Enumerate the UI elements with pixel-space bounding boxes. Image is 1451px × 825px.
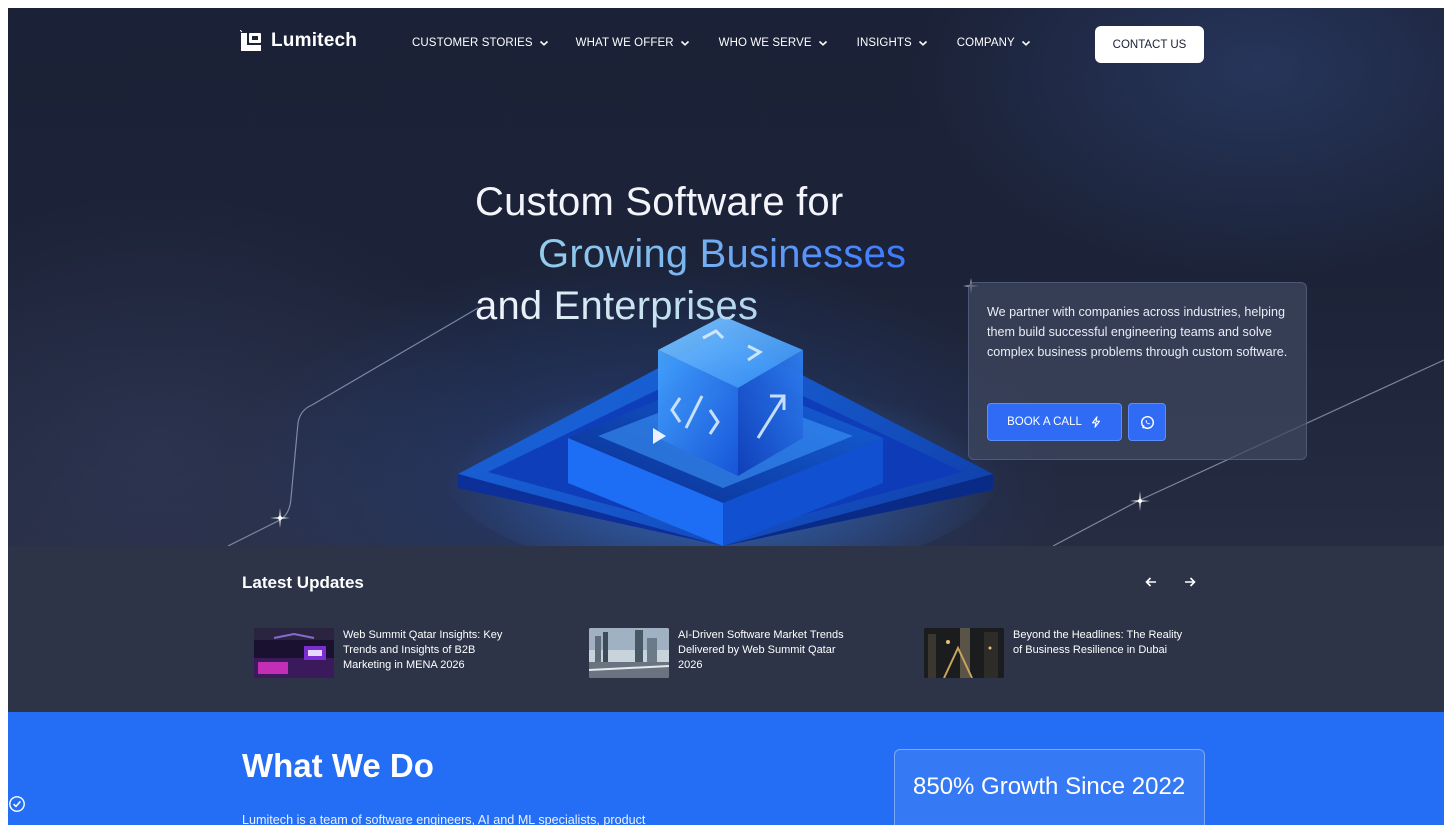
- nav-customer-stories[interactable]: CUSTOMER STORIES: [412, 37, 549, 49]
- update-title: Beyond the Headlines: The Reality of Bus…: [1013, 629, 1183, 656]
- nav-label: COMPANY: [956, 37, 1015, 49]
- update-card[interactable]: Beyond the Headlines: The Reality of Bus…: [924, 628, 1193, 678]
- hero-info-card: We partner with companies across industr…: [968, 282, 1307, 460]
- top-navigation: Lumitech CUSTOMER STORIES WHAT WE OFFER …: [8, 8, 1444, 82]
- what-we-do-section: What We Do Lumitech is a team of softwar…: [8, 712, 1444, 825]
- carousel-next-button[interactable]: [1180, 572, 1200, 592]
- chevron-down-icon: [1021, 40, 1030, 46]
- growth-card: 850% Growth Since 2022: [894, 749, 1205, 825]
- nav-insights[interactable]: INSIGHTS: [857, 37, 928, 49]
- logo[interactable]: Lumitech: [240, 30, 357, 52]
- latest-updates-section: Latest Updates Web Summit Qatar Insights…: [8, 546, 1444, 712]
- nav-company[interactable]: COMPANY: [957, 37, 1031, 49]
- whatsapp-button[interactable]: [1128, 403, 1166, 441]
- hero-section: Lumitech CUSTOMER STORIES WHAT WE OFFER …: [8, 8, 1444, 546]
- contact-us-button[interactable]: CONTACT US: [1095, 26, 1204, 63]
- hero-cube-illustration: [448, 316, 1003, 546]
- update-card[interactable]: Web Summit Qatar Insights: Key Trends an…: [254, 628, 523, 678]
- brand-name: Lumitech: [271, 30, 358, 51]
- nav-label: CUSTOMER STORIES: [412, 37, 533, 49]
- lumitech-logo-icon: [240, 30, 261, 51]
- book-a-call-label: BOOK A CALL: [1007, 416, 1082, 428]
- chevron-down-icon: [818, 40, 827, 46]
- nav-what-we-offer[interactable]: WHAT WE OFFER: [576, 37, 690, 49]
- update-title: Web Summit Qatar Insights: Key Trends an…: [343, 629, 503, 671]
- update-card[interactable]: AI-Driven Software Market Trends Deliver…: [589, 628, 858, 678]
- page: Lumitech CUSTOMER STORIES WHAT WE OFFER …: [8, 8, 1444, 825]
- whatsapp-icon: [1140, 415, 1154, 429]
- headline-line-2: Growing Businesses: [475, 228, 906, 280]
- nav-label: WHO WE SERVE: [718, 37, 812, 49]
- nav-who-we-serve[interactable]: WHO WE SERVE: [719, 37, 828, 49]
- nav-label: INSIGHTS: [856, 37, 912, 49]
- update-thumbnail: [589, 628, 669, 678]
- chevron-down-icon: [680, 40, 689, 46]
- nav-label: WHAT WE OFFER: [575, 37, 674, 49]
- arrow-right-icon: [1185, 577, 1196, 587]
- update-thumbnail: [924, 628, 1004, 678]
- what-we-do-title: What We Do: [242, 747, 434, 784]
- chevron-down-icon: [539, 40, 548, 46]
- headline-line-1: Custom Software for: [475, 180, 844, 224]
- accessibility-check-icon[interactable]: [8, 795, 26, 813]
- headline-line-3: and Enterprises: [475, 280, 906, 332]
- carousel-prev-button[interactable]: [1141, 572, 1161, 592]
- main-menu: CUSTOMER STORIES WHAT WE OFFER WHO WE SE…: [412, 37, 1031, 49]
- lightning-icon: [1091, 416, 1100, 428]
- hero-card-actions: BOOK A CALL: [987, 403, 1166, 441]
- hero-card-text: We partner with companies across industr…: [987, 305, 1288, 359]
- update-thumbnail: [254, 628, 334, 678]
- what-we-do-body: Lumitech is a team of software engineers…: [242, 813, 646, 825]
- latest-updates-title: Latest Updates: [242, 573, 364, 592]
- book-a-call-button[interactable]: BOOK A CALL: [987, 403, 1122, 441]
- headline-line-3-text: and Enterprises: [475, 284, 759, 328]
- chevron-down-icon: [918, 40, 927, 46]
- growth-stat: 850% Growth Since 2022: [913, 773, 1186, 800]
- arrow-left-icon: [1145, 577, 1156, 587]
- hero-headline: Custom Software for Growing Businesses a…: [475, 176, 906, 332]
- update-title: AI-Driven Software Market Trends Deliver…: [678, 629, 844, 671]
